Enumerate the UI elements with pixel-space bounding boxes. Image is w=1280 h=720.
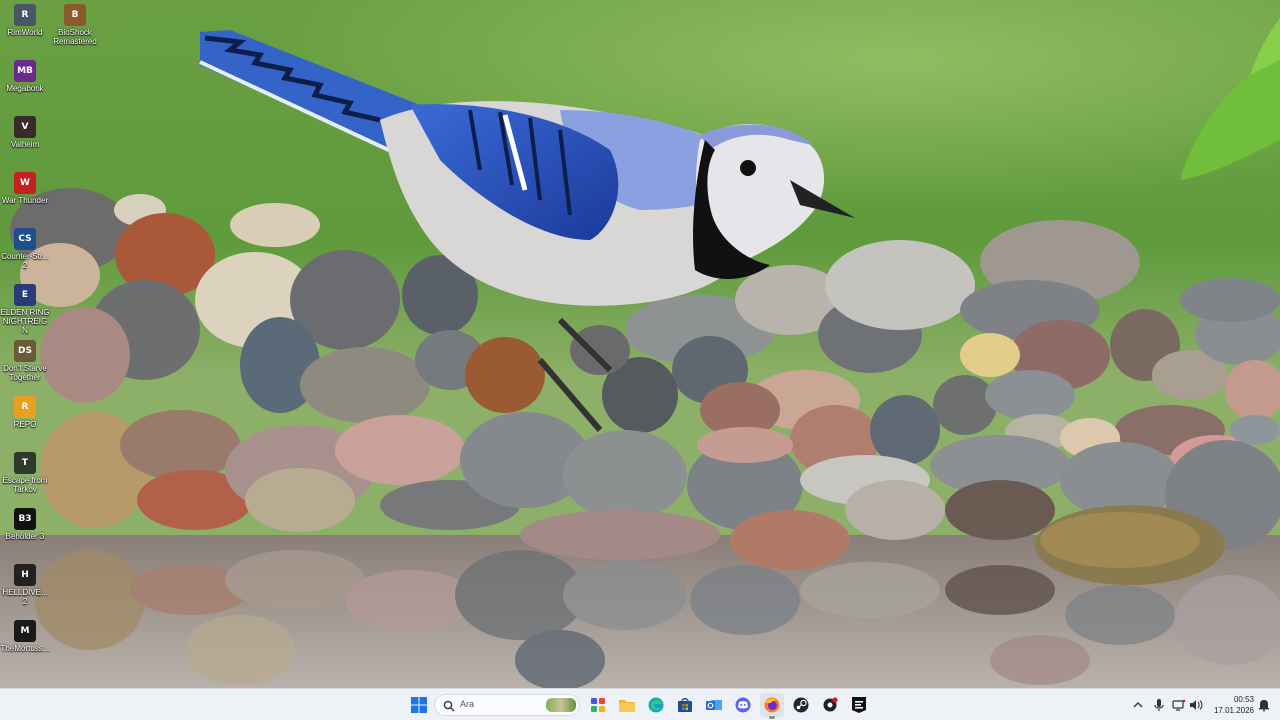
desktop-icon-label: Valheim	[10, 140, 40, 149]
taskbar-edge[interactable]	[644, 693, 668, 717]
dont-starve-icon: DS	[14, 340, 36, 362]
desktop-icon-label: Megabonk	[6, 84, 44, 93]
desktop-icon-elden-ring[interactable]: E ELDEN RING NIGHTREIGN	[0, 284, 50, 335]
mortuary-icon: M	[14, 620, 36, 642]
taskbar-app-widget[interactable]	[586, 693, 610, 717]
desktop-icon-dont-starve[interactable]: DS Don't Starve Together	[0, 340, 50, 382]
clock-date: 17.01.2026	[1213, 706, 1254, 715]
epic-games-icon	[852, 697, 866, 713]
system-clock[interactable]: 00:53 17.01.2026	[1206, 694, 1254, 716]
windows-start-icon	[411, 697, 427, 713]
megabonk-icon: MB	[14, 60, 36, 82]
rimworld-icon: R	[14, 4, 36, 26]
folder-icon	[619, 700, 635, 712]
war-thunder-icon: W	[14, 172, 36, 194]
desktop-icon-megabonk[interactable]: MB Megabonk	[0, 60, 50, 93]
desktop-icon-repo[interactable]: R REPO	[0, 396, 50, 429]
search-icon	[443, 700, 455, 712]
desktop-icon-bioshock[interactable]: B BioShock Remastered	[50, 4, 100, 46]
counter-strike-icon: CS	[14, 228, 36, 250]
taskbar-epic-games[interactable]	[847, 693, 871, 717]
search-placeholder: Ara	[460, 699, 475, 709]
desktop-icon-helldivers[interactable]: H HELLDIVE... 2	[0, 564, 50, 606]
desktop-wallpaper	[0, 0, 1280, 688]
desktop-icon-rimworld[interactable]: R RimWorld	[0, 4, 50, 37]
steam-icon	[793, 697, 809, 713]
taskbar-discord[interactable]	[731, 693, 755, 717]
desktop-icon-counter-strike[interactable]: CS Counter-Str... 2	[0, 228, 50, 270]
repo-icon: R	[14, 396, 36, 418]
beholder-icon: B3	[14, 508, 36, 530]
network-icon[interactable]	[1172, 698, 1186, 712]
desktop-icon-label: REPO	[13, 420, 37, 429]
desktop-icon-label: HELLDIVE... 2	[2, 588, 48, 606]
desktop-icon-label: Escape from Tarkov	[2, 476, 48, 494]
desktop-icon-label: BioShock Remastered	[53, 28, 97, 46]
steam-notify-icon	[823, 697, 838, 712]
taskbar: Ara 00:53 17.01.2026	[0, 688, 1280, 720]
desktop-icon-label: Don't Starve Together	[3, 364, 47, 382]
notification-bell-icon[interactable]	[1257, 698, 1271, 712]
outlook-icon	[706, 700, 722, 710]
helldivers-icon: H	[14, 564, 36, 586]
volume-icon[interactable]	[1189, 698, 1203, 712]
bioshock-icon: B	[64, 4, 86, 26]
elden-ring-icon: E	[14, 284, 36, 306]
chevron-up-icon[interactable]	[1131, 698, 1145, 712]
start-button[interactable]	[407, 693, 431, 717]
desktop-icon-tarkov[interactable]: T Escape from Tarkov	[0, 452, 50, 494]
firefox-icon	[764, 697, 780, 713]
desktop-icon-beholder[interactable]: B3 Beholder 3	[0, 508, 50, 541]
desktop-icon-mortuary[interactable]: M TheMortuss...	[0, 620, 50, 653]
desktop-icon-label: TheMortuss...	[0, 644, 50, 653]
desktop-icon-label: RimWorld	[7, 28, 43, 37]
desktop-icon-label: War Thunder	[1, 196, 49, 205]
desktop-icon-label: Counter-Str... 2	[1, 252, 49, 270]
app-grid-icon	[591, 698, 605, 712]
clock-time: 00:53	[1233, 695, 1254, 704]
discord-icon	[735, 697, 751, 713]
taskbar-firefox[interactable]	[760, 693, 784, 719]
tarkov-icon: T	[14, 452, 36, 474]
store-icon	[678, 698, 692, 712]
desktop-icon-label: Beholder 3	[5, 532, 45, 541]
taskbar-steam[interactable]	[789, 693, 813, 717]
desktop-icon-label: ELDEN RING NIGHTREIGN	[0, 308, 50, 335]
taskbar-store[interactable]	[673, 693, 697, 717]
valheim-icon: V	[14, 116, 36, 138]
taskbar-outlook[interactable]	[702, 693, 726, 717]
desktop-icon-war-thunder[interactable]: W War Thunder	[0, 172, 50, 205]
desktop-icon-valheim[interactable]: V Valheim	[0, 116, 50, 149]
microphone-icon[interactable]	[1152, 698, 1166, 712]
taskbar-steam-notify[interactable]	[818, 693, 842, 717]
search-highlight-image	[546, 698, 576, 712]
taskbar-file-explorer[interactable]	[615, 693, 639, 717]
taskbar-search-box[interactable]: Ara	[434, 694, 580, 716]
edge-icon	[648, 697, 664, 713]
